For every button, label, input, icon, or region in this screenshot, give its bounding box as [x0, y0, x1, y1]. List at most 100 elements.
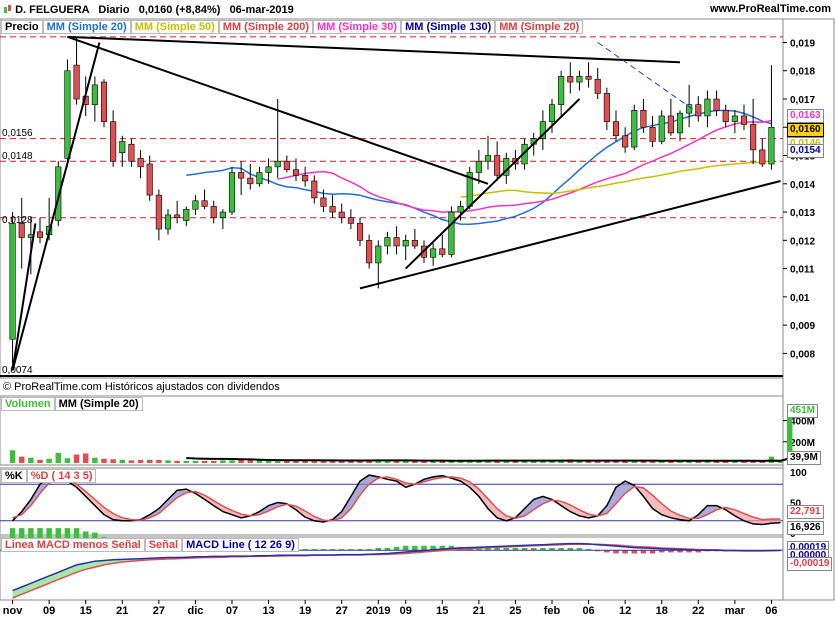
candle-body: [366, 240, 371, 263]
x-axis-label: dic: [187, 605, 203, 617]
candle-body: [120, 141, 125, 152]
left-level-label: 0,0156: [2, 128, 33, 139]
legend-ma200[interactable]: MM (Simple 200): [219, 20, 313, 34]
candle-body: [632, 110, 637, 147]
candle-body: [348, 218, 353, 224]
candle-body: [641, 110, 646, 127]
trend-line: [360, 181, 781, 288]
volume-axis-label: 200M: [790, 438, 815, 449]
volume-legend: Volumen MM (Simple 20): [1, 397, 143, 411]
candle-body: [110, 122, 115, 162]
candle-body: [577, 76, 582, 82]
candle-body: [211, 206, 216, 217]
candle-body: [604, 93, 609, 121]
x-axis-label: 19: [299, 605, 311, 617]
volume-bar: [19, 457, 24, 463]
candle-body: [705, 99, 710, 116]
candle-body: [312, 181, 317, 198]
volume-bar: [65, 458, 70, 463]
chart-root: 0,0190,0180,0170,0160,0150,0140,0130,012…: [0, 0, 835, 623]
candle-body: [732, 116, 737, 122]
x-axis-label: 27: [153, 605, 165, 617]
volume-bar: [165, 460, 170, 463]
candle-body: [293, 170, 298, 176]
volume-bar: [129, 460, 134, 463]
candle-body: [37, 232, 42, 238]
candle-body: [586, 76, 591, 79]
legend-ma20b[interactable]: MM (Simple 20): [495, 20, 583, 34]
candle-body: [430, 249, 435, 257]
candle-body: [129, 144, 134, 161]
legend-ma20[interactable]: MM (Simple 20): [43, 20, 131, 34]
candle-body: [412, 240, 417, 246]
candle-body: [723, 110, 728, 121]
candle-body: [376, 246, 381, 263]
candle-body: [101, 82, 106, 122]
x-axis-label: mar: [725, 605, 746, 617]
legend-ma130[interactable]: MM (Simple 130): [401, 20, 495, 34]
volume-bar: [147, 460, 152, 463]
volume-axis-label: 400M: [790, 417, 815, 428]
volume-bar: [120, 460, 125, 463]
candle-body: [714, 99, 719, 110]
candle-body: [440, 249, 445, 255]
volume-bar: [202, 461, 207, 463]
candle-body: [65, 71, 70, 159]
candle-body: [266, 167, 271, 173]
x-axis-label: 25: [509, 605, 521, 617]
chart-canvas[interactable]: 0,0190,0180,0170,0160,0150,0140,0130,012…: [0, 0, 835, 620]
legend-ma30[interactable]: MM (Simple 30): [313, 20, 401, 34]
legend-volume[interactable]: Volumen: [1, 397, 55, 411]
legend-d[interactable]: %D ( 14 3 5): [27, 469, 97, 483]
price-axis-label: 0,013: [790, 208, 815, 219]
stoch-legend: %K %D ( 14 3 5): [1, 469, 96, 483]
x-axis-label: 06: [582, 605, 594, 617]
candle-body: [458, 206, 463, 212]
legend-ma50[interactable]: MM (Simple 50): [131, 20, 219, 34]
volume-bar: [110, 459, 115, 463]
tag-ma20: 0,0154: [787, 144, 824, 158]
x-axis-label: feb: [544, 605, 561, 617]
legend-volume-ma[interactable]: MM (Simple 20): [55, 397, 143, 411]
legend-macd-line[interactable]: MACD Line ( 12 26 9): [182, 538, 299, 552]
x-axis-label: 09: [43, 605, 55, 617]
candle-body: [549, 105, 554, 122]
candle-body: [330, 206, 335, 212]
candle-body: [696, 105, 701, 116]
tag-macd-c: -0,00019: [787, 557, 832, 571]
legend-macd-signal[interactable]: Señal: [145, 538, 182, 552]
volume-bar: [56, 453, 61, 463]
candle-body: [622, 136, 627, 147]
tag-ma30: 0,0163: [787, 109, 824, 123]
legend-price[interactable]: Precio: [1, 20, 43, 34]
candle-body: [394, 238, 399, 246]
volume-bar: [74, 455, 79, 463]
candle-body: [220, 212, 225, 218]
legend-macd-hist[interactable]: Linea MACD menos Señal: [1, 538, 145, 552]
price-axis-label: 0,009: [790, 321, 815, 332]
candle-body: [339, 212, 344, 218]
volume-bar: [83, 453, 88, 463]
trend-line-dashed: [598, 42, 699, 113]
trend-line: [406, 99, 580, 269]
volume-bar: [220, 460, 225, 463]
x-axis-label: 2019: [366, 605, 390, 617]
candle-body: [357, 223, 362, 240]
candle-body: [659, 116, 664, 141]
x-axis-label: 18: [656, 605, 668, 617]
candle-body: [138, 158, 143, 166]
price-axis-label: 0,012: [790, 236, 815, 247]
legend-k[interactable]: %K: [1, 469, 27, 483]
volume-bar: [193, 461, 198, 463]
site-label: www.ProRealTime.com: [710, 3, 831, 15]
candle-body: [257, 172, 262, 183]
candle-body: [741, 116, 746, 124]
stoch-k-line: [13, 475, 781, 524]
price-axis-label: 0,014: [790, 180, 815, 191]
last-quote: 0,0160 (+8,84%): [139, 4, 221, 16]
tag-last-price: 0,0160: [787, 123, 824, 137]
volume-bar: [138, 460, 143, 463]
candle-body: [668, 116, 673, 133]
candle-body: [677, 113, 682, 133]
price-axis-label: 0,018: [790, 67, 815, 78]
